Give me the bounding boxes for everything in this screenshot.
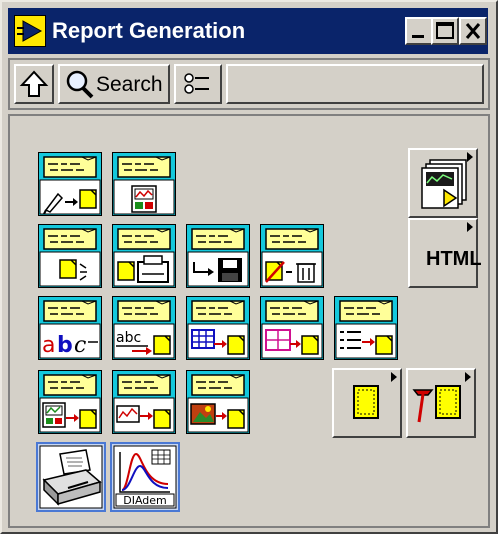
up-level-button[interactable] (14, 64, 54, 104)
stacked-vis-icon (421, 159, 467, 209)
report-layout-subpalette[interactable] (332, 368, 402, 438)
close-button[interactable] (459, 17, 487, 45)
list-options-icon (184, 73, 209, 94)
append-front-panel-image-icon[interactable] (38, 370, 102, 434)
maximize-icon (436, 22, 454, 39)
append-graph-icon[interactable] (112, 370, 176, 434)
search-label: Search (96, 73, 163, 96)
append-image-file-icon[interactable] (186, 370, 250, 434)
diadem-label: DIAdem (123, 494, 167, 507)
svg-text:b: b (57, 333, 73, 358)
easy-print-vi-highlight[interactable] (36, 442, 106, 512)
title-bar[interactable]: Report Generation (8, 8, 488, 54)
labview-app-icon (14, 15, 46, 47)
report-graph-window-icon[interactable] (112, 152, 176, 216)
svg-text:a: a (42, 333, 55, 358)
search-button[interactable]: Search (58, 64, 170, 104)
print-report-icon[interactable] (38, 224, 102, 288)
html-subpalette[interactable]: HTML (408, 218, 482, 288)
maximize-button[interactable] (431, 17, 459, 45)
vi-palette: HTML a b c abc DIAdem (8, 114, 490, 528)
palette-toolbar: Search (8, 58, 490, 110)
new-report-icon[interactable] (38, 152, 102, 216)
append-text-icon[interactable]: a b c (38, 296, 102, 360)
dispose-report-icon[interactable] (260, 224, 324, 288)
magnifier-icon (66, 70, 94, 99)
append-list-icon[interactable] (334, 296, 398, 360)
window-title: Report Generation (52, 18, 246, 43)
svg-text:c: c (74, 333, 86, 358)
diadem-report-vi-highlight[interactable]: DIAdem (110, 442, 180, 512)
save-report-icon[interactable] (186, 224, 250, 288)
minimize-icon (412, 35, 424, 38)
report-generation-window: Report Generation Search HTML a b c abc … (0, 0, 498, 534)
svg-text:abc: abc (116, 330, 141, 346)
hammer-page-icon (412, 385, 461, 423)
report-to-printer-icon[interactable] (112, 224, 176, 288)
advanced-report-subpalette[interactable] (408, 148, 478, 218)
append-text-to-report-icon[interactable]: abc (112, 296, 176, 360)
diadem-graph-icon: DIAdem (113, 445, 177, 509)
report-tools-subpalette[interactable] (406, 368, 476, 438)
printer-icon (39, 445, 103, 509)
subpalette-arrow-icon (467, 222, 473, 232)
html-label: HTML (426, 248, 482, 270)
blank-page-icon (353, 385, 379, 419)
close-icon (465, 23, 481, 39)
append-table-icon[interactable] (186, 296, 250, 360)
append-control-image-icon[interactable] (260, 296, 324, 360)
up-arrow-icon (19, 70, 49, 97)
toolbar-spacer (226, 64, 484, 104)
minimize-button[interactable] (405, 17, 433, 45)
view-options-button[interactable] (174, 64, 222, 104)
